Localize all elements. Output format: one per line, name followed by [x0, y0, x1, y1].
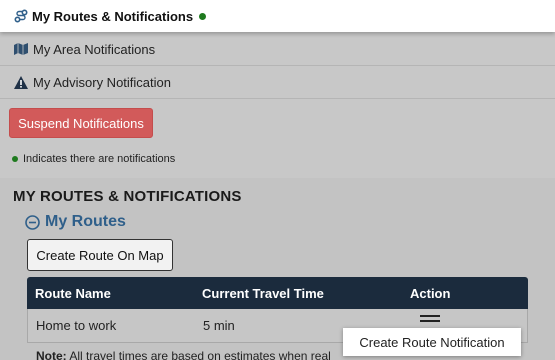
note-text: All travel times are based on estimates … — [69, 349, 331, 360]
suspend-notifications-button[interactable]: Suspend Notifications — [9, 108, 153, 138]
collapse-minus-icon — [25, 214, 40, 230]
action-menu-icon[interactable] — [420, 315, 440, 325]
nav-item-label: My Area Notifications — [33, 41, 156, 57]
my-routes-toggle[interactable]: My Routes — [25, 213, 126, 231]
route-icon — [14, 9, 28, 23]
legend-text: Indicates there are notifications — [23, 153, 176, 165]
nav-item-label: My Advisory Notification — [33, 74, 171, 90]
menu-item-create-route-notification[interactable]: Create Route Notification — [343, 328, 521, 356]
section-title: MY ROUTES & NOTIFICATIONS — [13, 188, 242, 205]
my-routes-heading: My Routes — [45, 213, 126, 230]
nav-item-label: My Routes & Notifications — [32, 8, 194, 24]
notification-legend: Indicates there are notifications — [12, 153, 175, 165]
column-header-route-name: Route Name — [35, 285, 111, 301]
table-header: Route Name Current Travel Time Action — [27, 277, 528, 309]
travel-time-cell: 5 min — [203, 318, 235, 333]
map-icon — [14, 43, 28, 55]
notification-indicator-dot — [199, 12, 207, 20]
nav-item-area-notifications[interactable]: My Area Notifications — [0, 33, 555, 66]
route-name-cell: Home to work — [36, 318, 117, 333]
nav-item-my-routes[interactable]: My Routes & Notifications — [0, 0, 555, 32]
column-header-action: Action — [410, 285, 451, 301]
nav-item-advisory-notification[interactable]: My Advisory Notification — [0, 66, 555, 99]
notification-indicator-dot — [12, 156, 18, 162]
warning-icon — [14, 75, 28, 89]
column-header-travel-time: Current Travel Time — [202, 285, 324, 301]
note-label: Note: — [36, 349, 67, 360]
travel-time-note: Note: All travel times are based on esti… — [36, 349, 331, 360]
create-route-on-map-button[interactable]: Create Route On Map — [27, 239, 173, 271]
